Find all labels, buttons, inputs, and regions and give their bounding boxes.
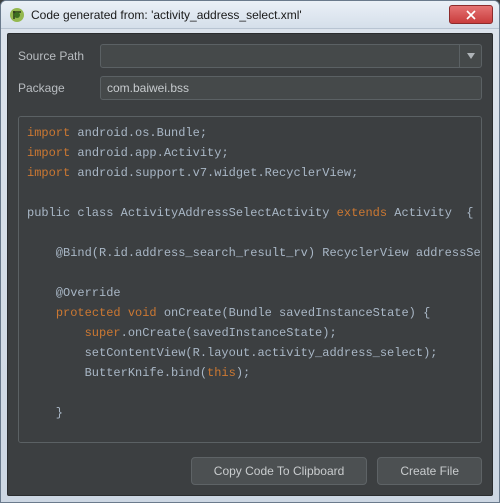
package-input[interactable]: com.baiwei.bss [100, 76, 482, 100]
app-icon [9, 7, 25, 23]
titlebar: Code generated from: 'activity_address_s… [1, 1, 499, 29]
source-path-row: Source Path [18, 44, 482, 68]
source-path-label: Source Path [18, 49, 100, 63]
package-row: Package com.baiwei.bss [18, 76, 482, 100]
dialog-window: Code generated from: 'activity_address_s… [0, 0, 500, 503]
close-button[interactable] [449, 5, 493, 24]
window-title: Code generated from: 'activity_address_s… [31, 8, 449, 22]
source-path-combo[interactable] [100, 44, 482, 68]
create-file-button[interactable]: Create File [377, 457, 482, 485]
button-bar: Copy Code To Clipboard Create File [8, 451, 492, 495]
chevron-down-icon[interactable] [459, 45, 481, 67]
package-label: Package [18, 81, 100, 95]
dialog-body: Source Path Package com.baiwei.bss impor… [7, 33, 493, 496]
form-area: Source Path Package com.baiwei.bss [8, 34, 492, 116]
copy-code-button[interactable]: Copy Code To Clipboard [191, 457, 368, 485]
code-textarea[interactable]: import android.os.Bundle; import android… [18, 116, 482, 443]
package-value: com.baiwei.bss [107, 81, 189, 95]
code-content: import android.os.Bundle; import android… [27, 123, 473, 443]
